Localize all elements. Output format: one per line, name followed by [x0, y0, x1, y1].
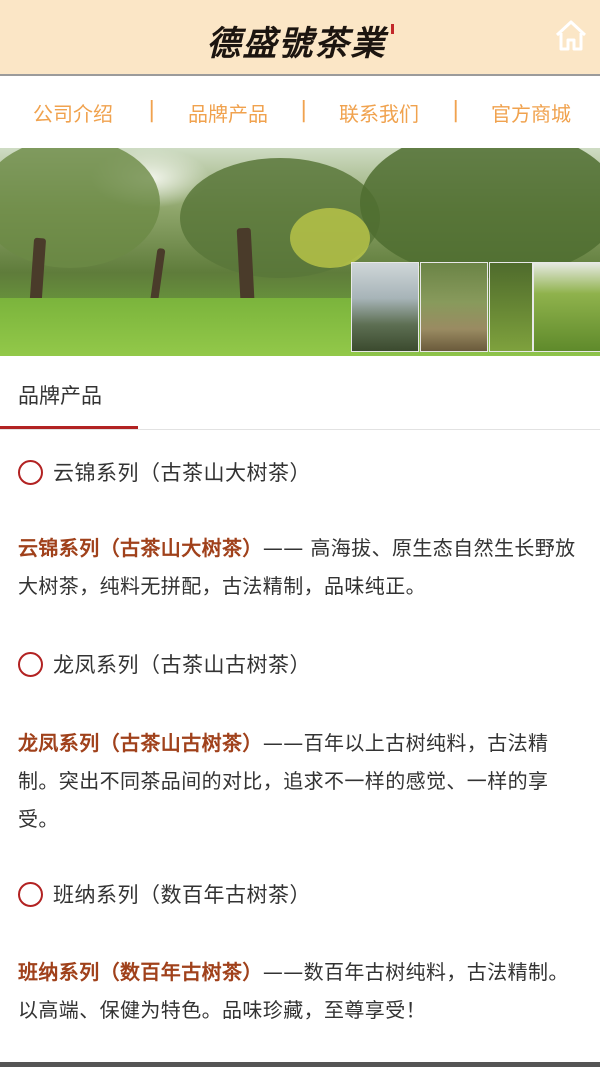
nav-item-shop[interactable]: 官方商城 — [491, 98, 571, 127]
product-description: 龙凤系列（古茶山古树茶）——百年以上古树纯料，古法精制。突出不同茶品间的对比，追… — [18, 724, 584, 838]
app-header: 德盛號茶業 — [0, 0, 600, 76]
nav-separator: | — [452, 98, 460, 123]
product-name: 云锦系列（古茶山大树茶） — [18, 536, 263, 560]
nav-item-contact[interactable]: 联系我们 — [339, 98, 419, 127]
series-label: 云锦系列（古茶山大树茶） — [53, 461, 311, 485]
banner-image — [0, 148, 600, 356]
series-item[interactable]: 云锦系列（古茶山大树茶） — [18, 457, 311, 487]
nav-separator: | — [300, 98, 308, 123]
circle-icon — [18, 651, 43, 677]
section-underline — [0, 426, 138, 429]
circle-icon — [18, 881, 43, 907]
series-label: 班纳系列（数百年古树茶） — [53, 883, 311, 907]
product-name: 龙凤系列（古茶山古树茶） — [18, 731, 263, 755]
series-item[interactable]: 龙凤系列（古茶山古树茶） — [18, 649, 311, 679]
section-header: 品牌产品 — [0, 356, 600, 430]
circle-icon — [18, 459, 43, 485]
brand-logo[interactable]: 德盛號茶業 — [0, 16, 600, 65]
seal-mark — [390, 24, 394, 34]
product-description: 云锦系列（古茶山大树茶）—— 高海拔、原生态自然生长野放大树茶，纯料无拼配，古法… — [18, 529, 584, 605]
banner-foliage — [0, 148, 160, 268]
nav-separator: | — [148, 98, 156, 123]
section-title: 品牌产品 — [18, 384, 102, 408]
thumbnail-tea-bush[interactable] — [489, 262, 533, 352]
nav-item-products[interactable]: 品牌产品 — [188, 98, 268, 127]
main-nav: 公司介绍 | 品牌产品 | 联系我们 | 官方商城 — [0, 78, 600, 148]
series-label: 龙凤系列（古茶山古树茶） — [53, 653, 311, 677]
thumbnail-mist-mountain[interactable] — [351, 262, 419, 352]
product-name: 班纳系列（数百年古树茶） — [18, 960, 263, 984]
thumbnail-tea-leaves[interactable] — [533, 262, 600, 352]
thumbnail-tea-tree[interactable] — [420, 262, 488, 352]
home-icon[interactable] — [554, 18, 588, 52]
nav-item-company[interactable]: 公司介绍 — [33, 98, 113, 127]
product-description: 班纳系列（数百年古树茶）——数百年古树纯料，古法精制。以高端、保健为特色。品味珍… — [18, 953, 584, 1029]
footer-divider — [0, 1062, 600, 1067]
banner-grass — [0, 298, 360, 356]
banner-foliage — [290, 208, 370, 268]
brand-logo-text: 德盛號茶業 — [206, 24, 387, 64]
series-item[interactable]: 班纳系列（数百年古树茶） — [18, 879, 311, 909]
banner-foliage — [360, 148, 600, 278]
